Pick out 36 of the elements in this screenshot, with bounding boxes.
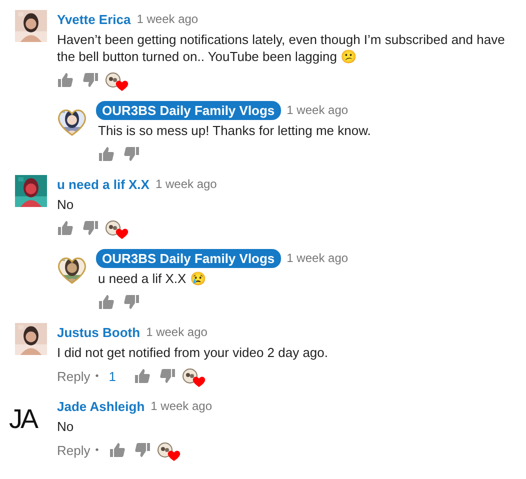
author-link[interactable]: Justus Booth [57, 324, 140, 340]
thumbs-down-icon[interactable] [124, 294, 140, 310]
thumbs-up-icon[interactable] [98, 146, 114, 162]
thumbs-up-icon[interactable] [134, 368, 150, 384]
thumbs-up-icon[interactable] [57, 220, 73, 236]
thumbs-down-icon[interactable] [134, 442, 151, 458]
thumbs-down-icon[interactable] [124, 146, 140, 162]
author-link[interactable]: Yvette Erica [57, 12, 131, 26]
comment-text: u need a lif X.X 😢 [98, 270, 207, 287]
thumbs-down-icon[interactable] [83, 220, 99, 236]
comment-time: 1 week ago [286, 103, 348, 117]
thumbs-up-icon[interactable] [98, 294, 114, 310]
thumbs-up-icon[interactable] [57, 72, 73, 88]
channel-owner-badge[interactable]: OUR3BS Daily Family Vlogs [96, 248, 281, 268]
thumbs-down-icon[interactable] [83, 72, 99, 88]
separator-dot: • [95, 370, 99, 382]
avatar-initials: JA [9, 403, 38, 435]
comment-text: No [57, 196, 75, 213]
reply-link[interactable]: Reply [57, 368, 90, 384]
comment-text: This is so mess up! Thanks for letting me know. [98, 122, 372, 139]
comment-time: 1 week ago [155, 177, 217, 191]
comment-text: I did not get notified from your video 2 day ago. [57, 344, 330, 361]
channel-owner-badge[interactable]: OUR3BS Daily Family Vlogs [96, 100, 281, 120]
reply-link[interactable]: Reply [57, 442, 90, 458]
comment-time: 1 week ago [150, 399, 212, 413]
comment-time: 1 week ago [146, 325, 208, 339]
author-link[interactable]: u need a lif X.X [57, 176, 150, 192]
author-link[interactable]: Jade Ashleigh [57, 398, 145, 414]
thumbs-down-icon[interactable] [160, 368, 176, 384]
thumbs-up-icon[interactable] [108, 442, 125, 458]
comment-text: No [57, 418, 75, 435]
separator-dot: • [95, 444, 99, 456]
comment-text: Haven’t been getting notifications lately, even though I’m subscribed and have the bell button turned on.. YouTube been lagging 😕 [57, 31, 506, 65]
comment-time: 1 week ago [136, 12, 198, 26]
comment-time: 1 week ago [286, 251, 348, 265]
like-count: 1 [108, 368, 116, 384]
